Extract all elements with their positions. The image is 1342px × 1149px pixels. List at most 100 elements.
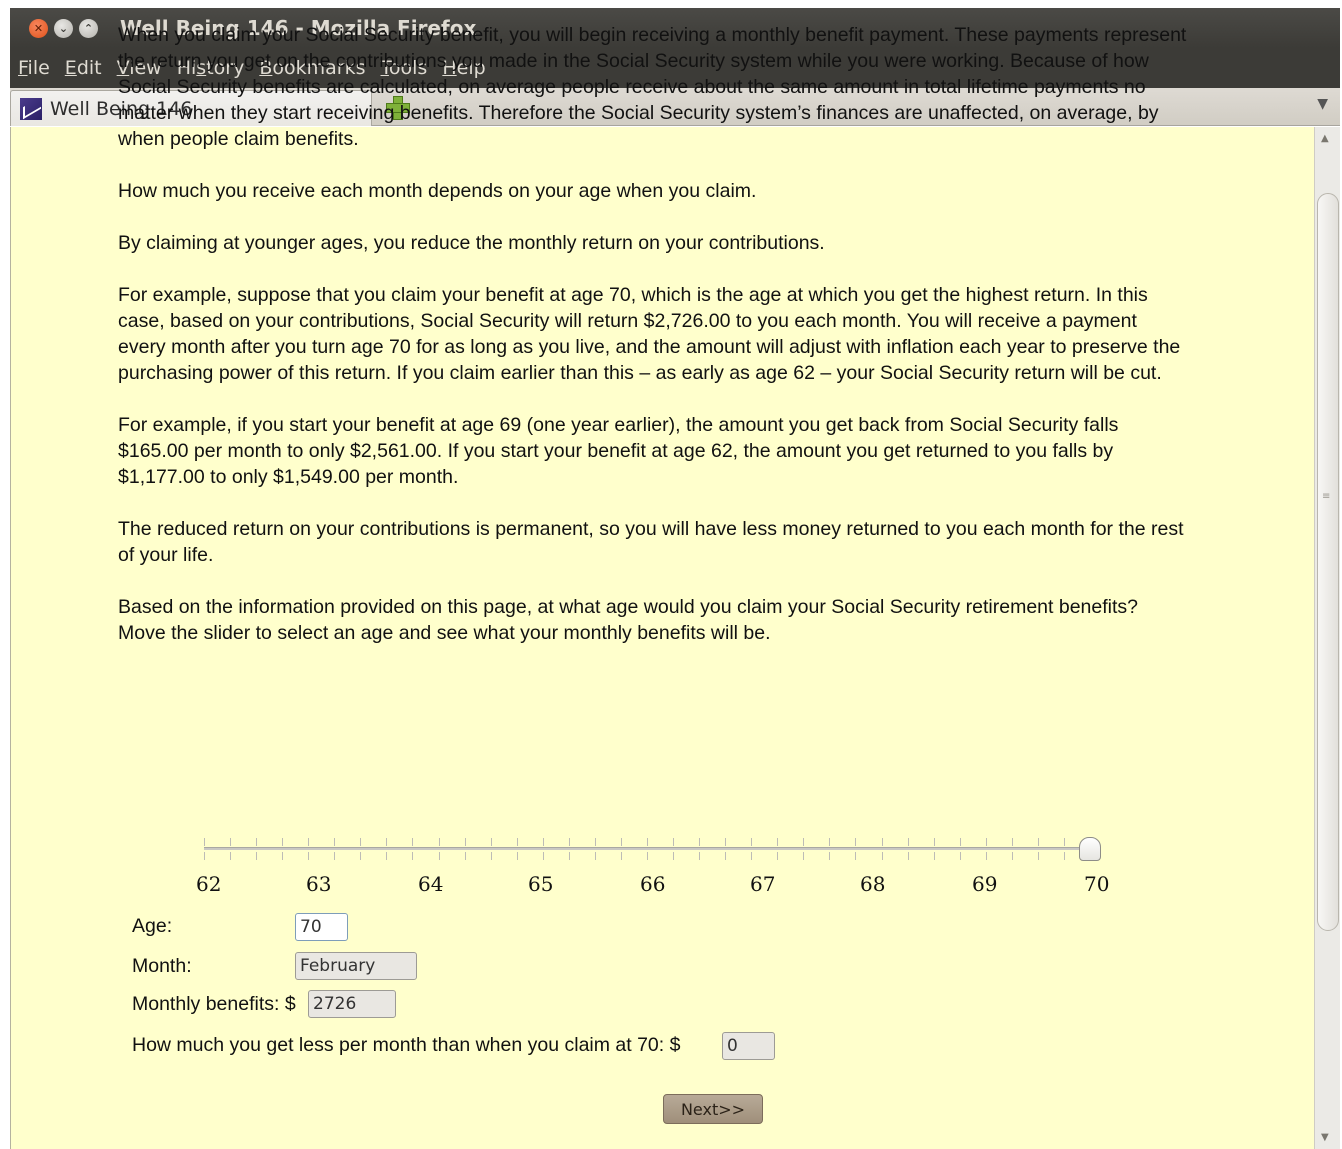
slider-tick [595, 852, 596, 860]
slider-label-70: 70 [1084, 872, 1110, 896]
slider-label-63: 63 [306, 872, 332, 896]
slider-track[interactable] [204, 847, 1090, 850]
slider-tick [621, 838, 622, 846]
slider-tick [360, 838, 361, 846]
slider-tick [621, 852, 622, 860]
page-content: When you claim your Social Security bene… [118, 22, 1188, 672]
slider-tick [386, 838, 387, 846]
slider-label-67: 67 [750, 872, 776, 896]
slider-tick [334, 838, 335, 846]
month-field[interactable]: February [295, 952, 417, 980]
slider-label-62: 62 [196, 872, 222, 896]
less-per-month-field[interactable]: 0 [722, 1032, 775, 1060]
slider-tick [1064, 852, 1065, 860]
list-all-tabs-icon[interactable]: ▼ [1317, 96, 1328, 112]
age-input[interactable]: 70 [295, 913, 348, 941]
slider-tick [803, 838, 804, 846]
maximize-icon: ⌃ [83, 21, 94, 35]
minimize-window-button[interactable]: ⌄ [54, 18, 73, 38]
slider-tick [412, 838, 413, 846]
slider-label-65: 65 [528, 872, 554, 896]
slider-tick [543, 838, 544, 846]
close-icon: ✕ [33, 21, 44, 35]
slider-tick [829, 852, 830, 860]
slider-tick [908, 838, 909, 846]
rand-logo-icon [20, 97, 42, 120]
next-button[interactable]: Next>> [663, 1094, 763, 1124]
slider-tick [725, 852, 726, 860]
slider-tick [465, 838, 466, 846]
slider-tick [647, 852, 648, 860]
slider-tick [204, 838, 205, 846]
slider-tick [855, 852, 856, 860]
scroll-up-arrow-icon[interactable]: ▲ [1321, 133, 1329, 144]
slider-tick [282, 852, 283, 860]
slider-tick [465, 852, 466, 860]
slider-tick [673, 852, 674, 860]
age-depends-paragraph: How much you receive each month depends … [118, 180, 757, 202]
slider-tick [308, 838, 309, 846]
vertical-scrollbar[interactable]: ▲ ≡ ▼ [1314, 127, 1340, 1149]
slider-tick [360, 852, 361, 860]
slider-tick [282, 838, 283, 846]
slider-tick [543, 852, 544, 860]
slider-tick [1012, 852, 1013, 860]
slider-tick [491, 838, 492, 846]
slider-tick [751, 852, 752, 860]
less-per-month-label: How much you get less per month than whe… [132, 1034, 681, 1056]
slider-tick [334, 852, 335, 860]
monthly-benefits-field[interactable]: 2726 [308, 990, 396, 1018]
minimize-icon: ⌄ [58, 21, 69, 35]
maximize-window-button[interactable]: ⌃ [79, 18, 98, 38]
slider-tick [1038, 838, 1039, 846]
slider-label-64: 64 [418, 872, 444, 896]
slider-tick [934, 838, 935, 846]
slider-tick [595, 838, 596, 846]
slider-tick [803, 852, 804, 860]
slider-tick [699, 838, 700, 846]
age-label: Age: [132, 915, 173, 937]
slider-tick [569, 852, 570, 860]
example-69-paragraph: For example, if you start your benefit a… [118, 414, 1119, 488]
slider-tick [751, 838, 752, 846]
scroll-down-arrow-icon[interactable]: ▼ [1321, 1132, 1329, 1143]
slider-tick [1064, 838, 1065, 846]
slider-tick [699, 852, 700, 860]
slider-tick [777, 838, 778, 846]
slider-tick [1012, 838, 1013, 846]
permanent-paragraph: The reduced return on your contributions… [118, 518, 1184, 566]
slider-handle[interactable] [1079, 837, 1101, 861]
menu-edit[interactable]: Edit [65, 57, 102, 79]
slider-age-labels: 62 63 64 65 66 67 68 69 70 [180, 872, 1140, 900]
slider-tick [439, 852, 440, 860]
slider-tick [412, 852, 413, 860]
scroll-thumb[interactable] [1317, 193, 1339, 931]
slider-tick [569, 838, 570, 846]
slider-label-68: 68 [860, 872, 886, 896]
slider-tick [960, 838, 961, 846]
slider-label-66: 66 [640, 872, 666, 896]
slider-tick [855, 838, 856, 846]
slider-tick [882, 852, 883, 860]
monthly-benefits-label: Monthly benefits: $ [132, 993, 296, 1015]
slider-tick [777, 852, 778, 860]
slider-tick [204, 852, 205, 860]
slider-tick [230, 852, 231, 860]
slider-tick [647, 838, 648, 846]
slider-tick [439, 838, 440, 846]
slider-tick [491, 852, 492, 860]
slider-tick [386, 852, 387, 860]
age-slider[interactable] [204, 836, 1101, 866]
question-paragraph: Based on the information provided on thi… [118, 596, 1138, 644]
scroll-grip-icon: ≡ [1322, 491, 1331, 502]
slider-tick [960, 852, 961, 860]
slider-tick [517, 838, 518, 846]
slider-tick [256, 838, 257, 846]
slider-tick [308, 852, 309, 860]
slider-tick [829, 838, 830, 846]
slider-tick [256, 852, 257, 860]
slider-tick [882, 838, 883, 846]
menu-file[interactable]: File [18, 57, 50, 79]
close-window-button[interactable]: ✕ [29, 18, 48, 38]
slider-tick [230, 838, 231, 846]
